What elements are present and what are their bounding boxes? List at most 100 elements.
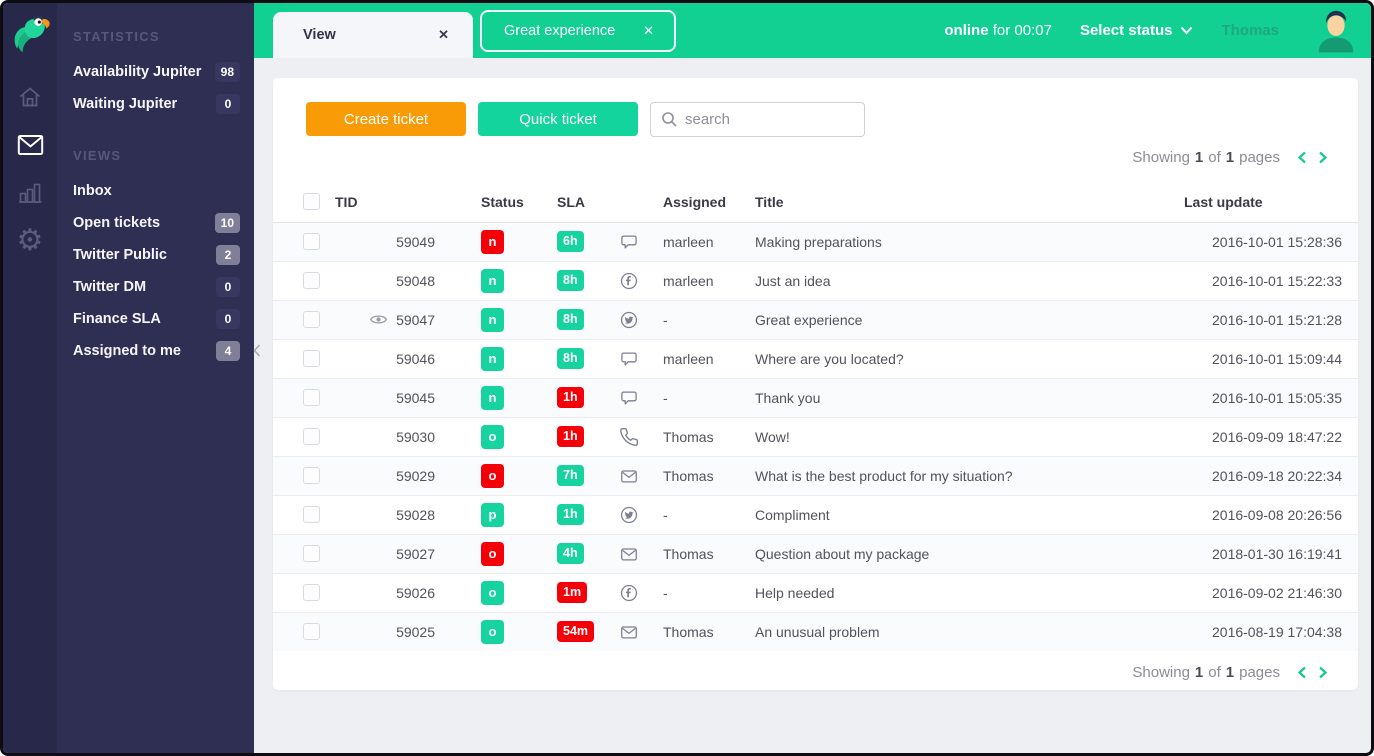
sidebar-item-label: Inbox (73, 183, 112, 199)
online-status: online for 00:07 (944, 22, 1052, 39)
last-update: 2016-08-19 17:04:38 (1212, 624, 1342, 640)
ticket-row[interactable]: 59047n8h-Great experience2016-10-01 15:2… (273, 300, 1358, 339)
ticket-id: 59025 (396, 624, 435, 640)
chat-channel-icon (619, 349, 639, 369)
column-header-last-update[interactable]: Last update (1168, 182, 1358, 222)
ticket-row[interactable]: 59028p1h-Compliment2016-09-08 20:26:56 (273, 495, 1358, 534)
row-checkbox[interactable] (303, 584, 320, 601)
prev-page-button[interactable] (1297, 666, 1307, 679)
ticket-row[interactable]: 59029o7hThomasWhat is the best product f… (273, 456, 1358, 495)
status-badge: o (481, 581, 504, 605)
row-checkbox[interactable] (303, 467, 320, 484)
last-update: 2016-10-01 15:05:35 (1212, 390, 1342, 406)
last-update: 2016-09-18 20:22:34 (1212, 468, 1342, 484)
mail-icon[interactable] (17, 131, 44, 158)
sidebar-item-waiting-jupiter[interactable]: Waiting Jupiter0 (57, 88, 254, 120)
sla-badge: 8h (557, 270, 584, 291)
row-checkbox[interactable] (303, 389, 320, 406)
ticket-row[interactable]: 59026o1m-Help needed2016-09-02 21:46:30 (273, 573, 1358, 612)
user-name: Thomas (1221, 22, 1279, 39)
tab-label: View (303, 27, 336, 43)
last-update: 2016-10-01 15:21:28 (1212, 312, 1342, 328)
user-avatar[interactable] (1315, 8, 1357, 53)
stats-icon[interactable] (17, 179, 44, 206)
next-page-button[interactable] (1318, 151, 1328, 164)
column-header-status[interactable]: Status (451, 182, 557, 222)
ticket-id: 59047 (396, 312, 435, 328)
ticket-title: Question about my package (755, 546, 929, 562)
next-page-button[interactable] (1318, 666, 1328, 679)
sidebar-item-open-tickets[interactable]: Open tickets10 (57, 207, 254, 239)
pagination-top: Showing 1 of 1 pages (273, 149, 1358, 166)
ticket-row[interactable]: 59045n1h-Thank you2016-10-01 15:05:35 (273, 378, 1358, 417)
sidebar-section-label: VIEWS (57, 134, 254, 175)
create-ticket-button[interactable]: Create ticket (306, 102, 466, 136)
current-page: 1 (1195, 664, 1203, 681)
column-header-assigned[interactable]: Assigned (659, 182, 755, 222)
status-badge: n (481, 230, 504, 254)
row-checkbox[interactable] (303, 545, 320, 562)
sidebar: STATISTICSAvailability Jupiter98Waiting … (57, 3, 254, 753)
settings-icon[interactable]: ⚙ (17, 227, 44, 254)
status-badge: p (481, 503, 504, 527)
assigned-agent: marleen (663, 234, 714, 250)
last-update: 2018-01-30 16:19:41 (1212, 546, 1342, 562)
tab-view[interactable]: View ✕ (273, 12, 473, 58)
main-area: View ✕ Great experience ✕ online for 00:… (254, 3, 1371, 753)
sla-badge: 1h (557, 426, 584, 447)
row-checkbox[interactable] (303, 311, 320, 328)
status-select[interactable]: Select status (1080, 22, 1194, 39)
sidebar-item-inbox[interactable]: Inbox (57, 175, 254, 207)
column-header-sla[interactable]: SLA (557, 182, 617, 222)
status-badge: n (481, 347, 504, 371)
sla-badge: 1h (557, 387, 584, 408)
ticket-row[interactable]: 59046n8hmarleenWhere are you located?201… (273, 339, 1358, 378)
assigned-agent: - (663, 507, 668, 523)
assigned-agent: Thomas (663, 429, 714, 445)
sidebar-item-finance-sla[interactable]: Finance SLA0 (57, 303, 254, 335)
assigned-agent: - (663, 585, 668, 601)
search-input[interactable] (685, 111, 845, 128)
sla-badge: 1h (557, 504, 584, 525)
row-checkbox[interactable] (303, 623, 320, 640)
ticket-table: TID Status SLA Assigned Title Last updat… (273, 182, 1358, 651)
tab-great-experience[interactable]: Great experience ✕ (480, 10, 676, 52)
online-duration: for 00:07 (993, 22, 1052, 39)
status-badge: n (481, 308, 504, 332)
quick-ticket-button[interactable]: Quick ticket (478, 102, 638, 136)
column-header-tid[interactable]: TID (335, 182, 451, 222)
sidebar-section-label: STATISTICS (57, 15, 254, 56)
ticket-row[interactable]: 59048n8hmarleenJust an idea2016-10-01 15… (273, 261, 1358, 300)
column-header-title[interactable]: Title (755, 182, 1168, 222)
row-checkbox[interactable] (303, 350, 320, 367)
ticket-row[interactable]: 59049n6hmarleenMaking preparations2016-1… (273, 222, 1358, 261)
select-all-checkbox[interactable] (303, 193, 320, 210)
ticket-row[interactable]: 59030o1hThomasWow!2016-09-09 18:47:22 (273, 417, 1358, 456)
sidebar-item-assigned-to-me[interactable]: Assigned to me4 (57, 335, 254, 367)
ticket-id: 59029 (396, 468, 435, 484)
ticket-id: 59030 (396, 429, 435, 445)
count-badge: 4 (216, 341, 240, 361)
row-checkbox[interactable] (303, 233, 320, 250)
status-badge: o (481, 542, 504, 566)
sidebar-collapse-icon[interactable] (253, 344, 261, 362)
sidebar-item-availability-jupiter[interactable]: Availability Jupiter98 (57, 56, 254, 88)
chevron-down-icon (1180, 26, 1193, 35)
status-badge: n (481, 269, 504, 293)
search-box[interactable] (650, 102, 865, 137)
row-checkbox[interactable] (303, 506, 320, 523)
sidebar-item-twitter-dm[interactable]: Twitter DM0 (57, 271, 254, 303)
row-checkbox[interactable] (303, 428, 320, 445)
ticket-title: Wow! (755, 429, 790, 445)
assigned-agent: - (663, 312, 668, 328)
row-checkbox[interactable] (303, 272, 320, 289)
ticket-id: 59048 (396, 273, 435, 289)
ticket-row[interactable]: 59027o4hThomasQuestion about my package2… (273, 534, 1358, 573)
home-icon[interactable] (17, 83, 44, 110)
close-tab-icon[interactable]: ✕ (643, 23, 654, 39)
ticket-row[interactable]: 59025o54mThomasAn unusual problem2016-08… (273, 612, 1358, 651)
count-badge: 0 (216, 309, 240, 329)
sidebar-item-twitter-public[interactable]: Twitter Public2 (57, 239, 254, 271)
close-tab-icon[interactable]: ✕ (438, 27, 449, 43)
prev-page-button[interactable] (1297, 151, 1307, 164)
